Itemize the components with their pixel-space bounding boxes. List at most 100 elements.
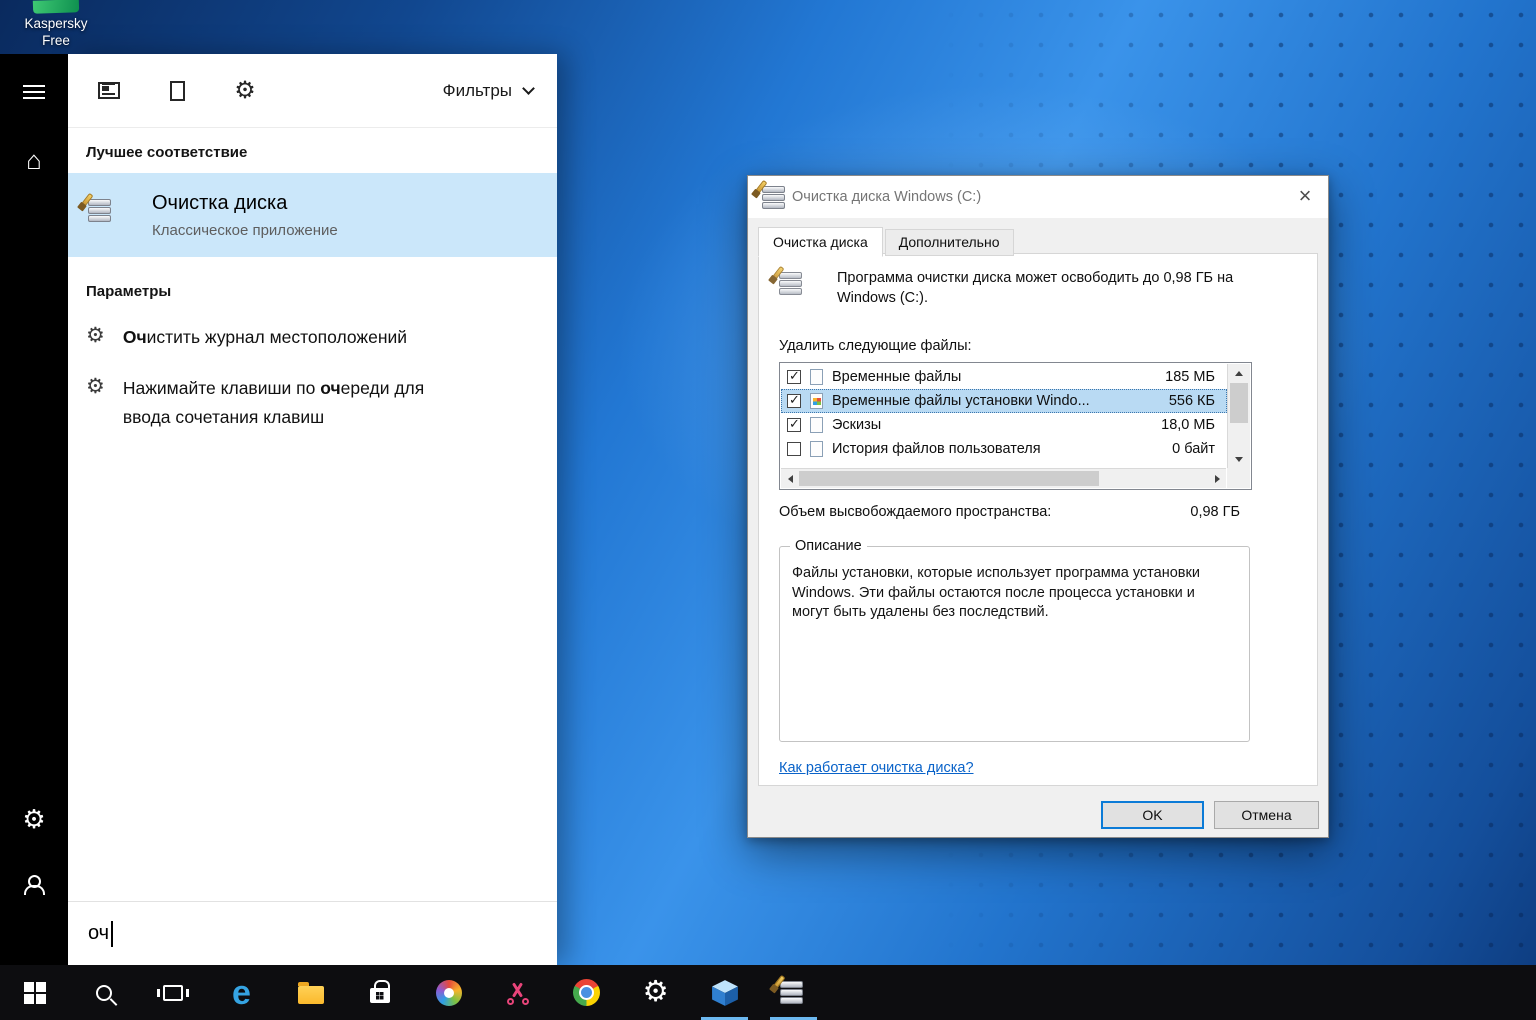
cube-icon — [711, 979, 739, 1007]
kaspersky-desktop-icon[interactable]: Kaspersky Free — [8, 0, 104, 49]
file-row-windows-setup-temp[interactable]: Временные файлы установки Windo... 556 К… — [781, 389, 1227, 413]
store-button[interactable] — [345, 965, 414, 1020]
search-toolbar: Фильтры — [68, 54, 557, 128]
horizontal-scrollbar[interactable] — [781, 468, 1226, 488]
task-view-button[interactable] — [138, 965, 207, 1020]
store-icon — [370, 988, 390, 1003]
scroll-up-button[interactable] — [1228, 364, 1250, 382]
disk-cleanup-icon — [780, 979, 808, 1006]
apps-filter-button[interactable] — [92, 74, 126, 108]
best-match-result[interactable]: Очистка диска Классическое приложение — [68, 173, 557, 257]
file-explorer-button[interactable] — [276, 965, 345, 1020]
search-panel: Фильтры Лучшее соответствие Очистка диск… — [68, 54, 557, 965]
best-match-header: Лучшее соответствие — [86, 144, 539, 161]
scrollbar-corner — [1227, 468, 1250, 488]
space-gained-row: Объем высвобождаемого пространства: 0,98… — [779, 504, 1252, 520]
dialog-title: Очистка диска Windows (C:) — [792, 189, 981, 205]
setup-file-icon — [810, 393, 823, 409]
description-groupbox: Описание Файлы установки, которые исполь… — [779, 546, 1250, 742]
file-icon — [810, 441, 823, 457]
home-button[interactable] — [0, 136, 68, 184]
scroll-down-button[interactable] — [1228, 450, 1250, 468]
hamburger-menu-button[interactable] — [0, 68, 68, 116]
sidebar-settings-button[interactable] — [0, 795, 68, 843]
folder-icon — [298, 986, 324, 1004]
paint-button[interactable] — [414, 965, 483, 1020]
kaspersky-label: Kaspersky Free — [8, 15, 104, 49]
scroll-right-button[interactable] — [1208, 469, 1226, 488]
apps-icon — [98, 82, 120, 99]
gear-icon — [22, 804, 45, 835]
settings-header: Параметры — [86, 283, 539, 300]
kaspersky-icon — [33, 0, 79, 14]
intro-text: Программа очистки диска может освободить… — [837, 268, 1237, 308]
virtualbox-button[interactable] — [690, 965, 759, 1020]
ok-button[interactable]: OK — [1101, 801, 1204, 829]
start-button[interactable] — [0, 965, 69, 1020]
tab-more-options[interactable]: Дополнительно — [885, 229, 1014, 256]
filters-label: Фильтры — [443, 81, 512, 101]
home-icon — [26, 145, 42, 176]
checkbox[interactable] — [787, 442, 801, 456]
dialog-tab-page: Программа очистки диска может освободить… — [758, 253, 1318, 786]
result-subtitle: Классическое приложение — [152, 222, 338, 239]
document-icon — [170, 81, 185, 101]
space-gained-label: Объем высвобождаемого пространства: — [779, 504, 1190, 520]
disk-cleanup-icon — [762, 184, 784, 210]
dialog-titlebar[interactable]: Очистка диска Windows (C:) × — [748, 176, 1328, 218]
disk-cleanup-dialog: Очистка диска Windows (C:) × Очистка дис… — [747, 175, 1329, 838]
edge-icon — [232, 976, 251, 1010]
scissors-icon — [506, 981, 530, 1005]
vertical-scroll-thumb[interactable] — [1230, 383, 1248, 423]
snip-button[interactable] — [483, 965, 552, 1020]
settings-filter-button[interactable] — [228, 74, 262, 108]
files-to-delete-label: Удалить следующие файлы: — [779, 338, 972, 354]
taskbar-settings-button[interactable] — [621, 965, 690, 1020]
documents-filter-button[interactable] — [160, 74, 194, 108]
gear-icon — [86, 374, 105, 400]
task-view-icon — [163, 985, 183, 1001]
settings-result-clear-location-history[interactable]: Очистить журнал местоположений — [68, 312, 557, 363]
search-query-text: оч — [88, 922, 109, 945]
taskbar-search-button[interactable] — [69, 965, 138, 1020]
how-disk-cleanup-works-link[interactable]: Как работает очистка диска? — [779, 760, 974, 776]
desktop-background: Kaspersky Free Фильтры Лучшее соответств… — [0, 0, 1536, 1020]
disk-drive-icon — [779, 270, 823, 312]
gear-icon — [86, 323, 105, 349]
gear-icon — [234, 76, 256, 105]
accounts-button[interactable] — [0, 861, 68, 909]
file-icon — [810, 417, 823, 433]
file-row-temporary-files[interactable]: Временные файлы 185 МБ — [781, 365, 1227, 389]
files-listbox: Временные файлы 185 МБ Временные файлы у… — [779, 362, 1252, 490]
search-input[interactable]: оч — [68, 901, 557, 965]
filters-dropdown[interactable]: Фильтры — [443, 81, 533, 101]
settings-result-label: Очистить журнал местоположений — [123, 323, 463, 352]
checkbox[interactable] — [787, 418, 801, 432]
result-title: Очистка диска — [152, 192, 338, 215]
disk-cleanup-taskbar-button[interactable] — [759, 965, 828, 1020]
start-sidebar — [0, 54, 68, 965]
space-gained-value: 0,98 ГБ — [1190, 504, 1252, 520]
windows-logo-icon — [24, 982, 46, 1004]
file-row-user-file-history[interactable]: История файлов пользователя 0 байт — [781, 437, 1227, 461]
vertical-scrollbar[interactable] — [1227, 364, 1250, 468]
checkbox[interactable] — [787, 370, 801, 384]
chrome-button[interactable] — [552, 965, 621, 1020]
description-text: Файлы установки, которые использует прог… — [792, 564, 1235, 623]
scroll-left-button[interactable] — [781, 469, 799, 488]
settings-result-sticky-keys[interactable]: Нажимайте клавиши по очереди для ввода с… — [68, 363, 557, 443]
disk-cleanup-icon — [88, 197, 128, 233]
tab-disk-cleanup[interactable]: Очистка диска — [758, 227, 883, 257]
checkbox[interactable] — [787, 394, 801, 408]
file-row-thumbnails[interactable]: Эскизы 18,0 МБ — [781, 413, 1227, 437]
close-button[interactable]: × — [1282, 176, 1328, 216]
edge-button[interactable] — [207, 965, 276, 1020]
settings-result-label: Нажимайте клавиши по очереди для ввода с… — [123, 374, 463, 432]
chrome-icon — [573, 979, 600, 1006]
horizontal-scroll-thumb[interactable] — [799, 471, 1099, 486]
gear-icon — [643, 978, 669, 1007]
paint-icon — [436, 980, 462, 1006]
description-title: Описание — [790, 538, 867, 554]
taskbar — [0, 965, 1536, 1020]
cancel-button[interactable]: Отмена — [1214, 801, 1319, 829]
